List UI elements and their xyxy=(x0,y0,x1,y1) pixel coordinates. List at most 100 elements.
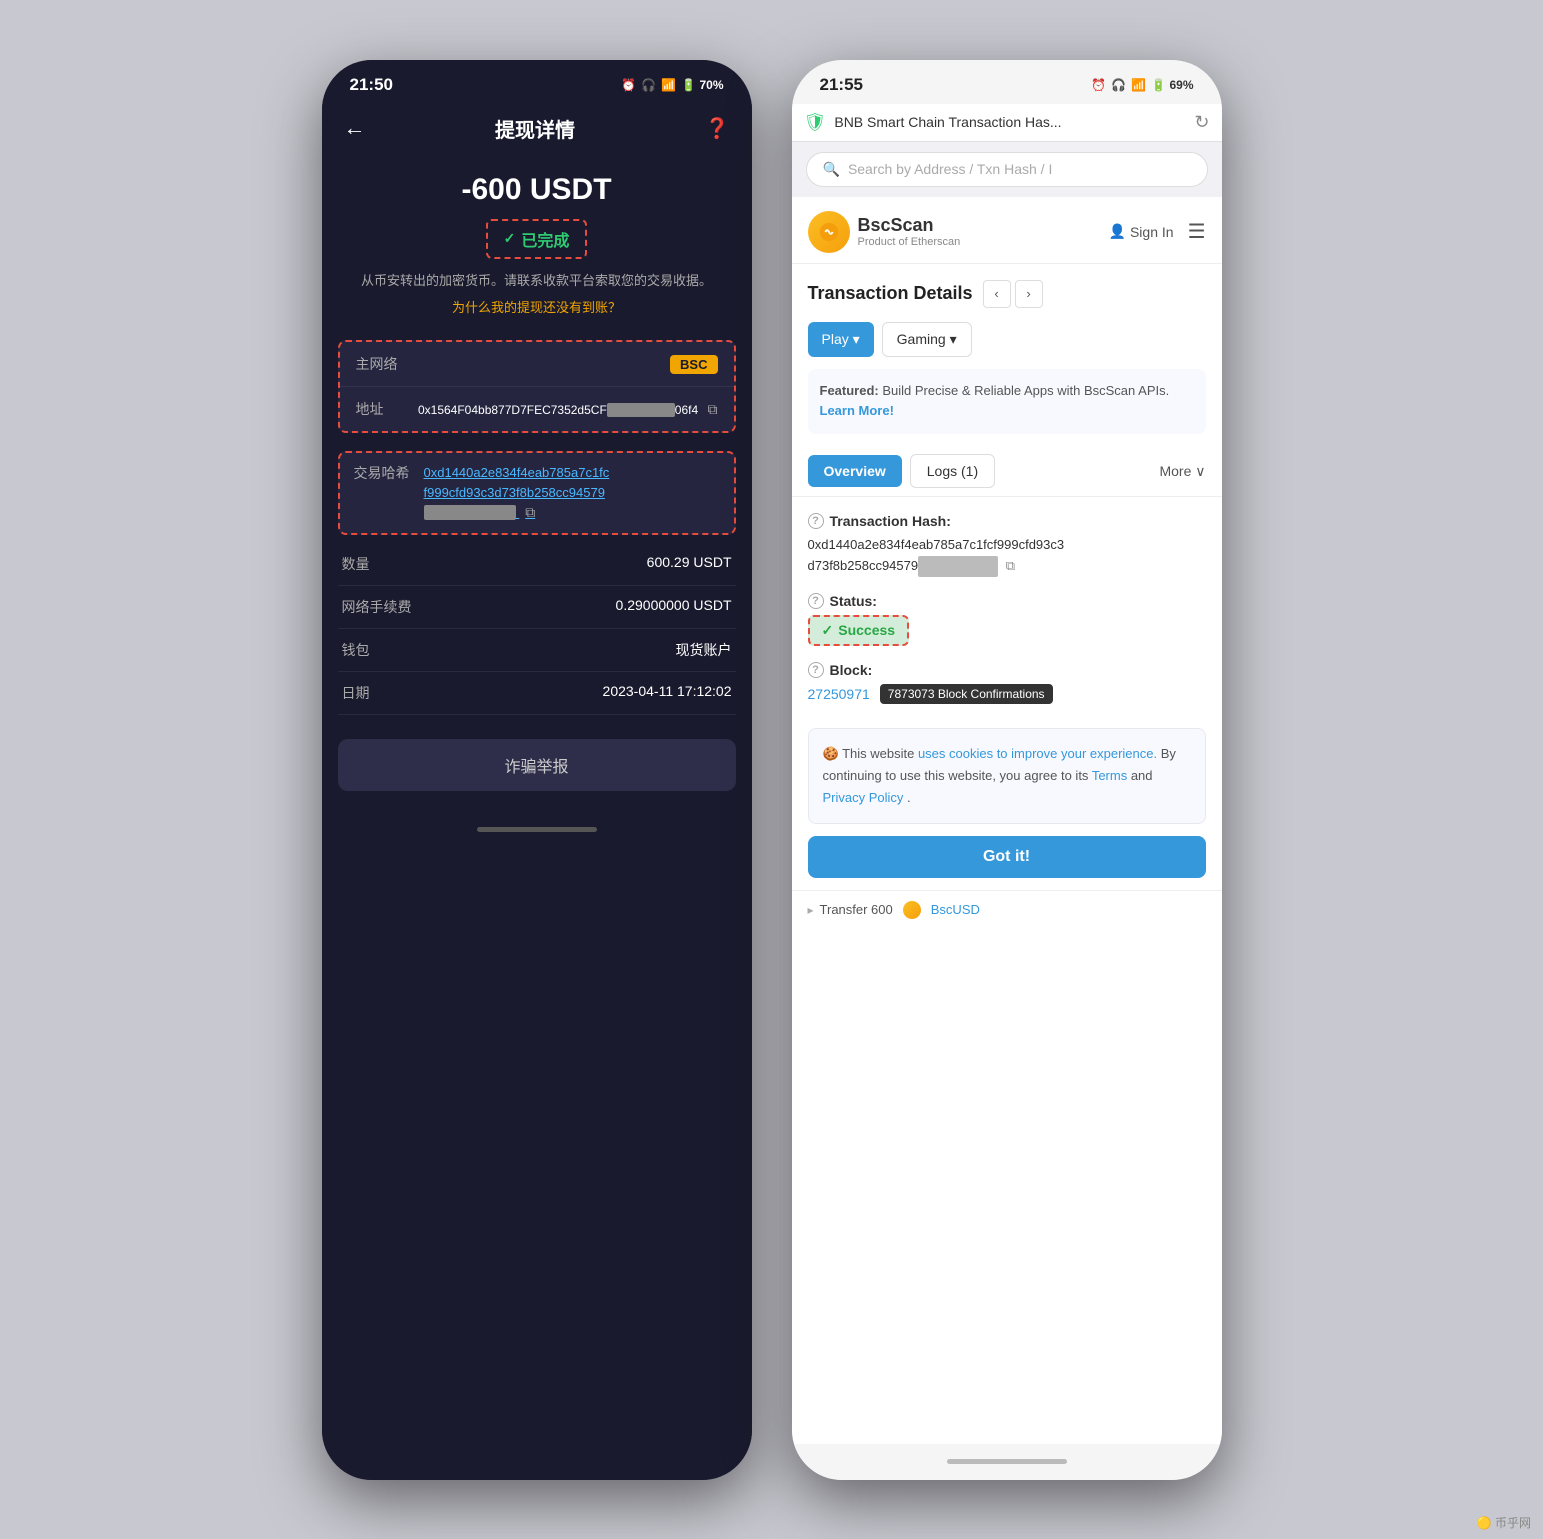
bscscan-content: BscScan Product of Etherscan 👤 Sign In ☰… xyxy=(792,197,1222,1444)
tx-heading-row: Transaction Details ‹ › xyxy=(792,264,1222,316)
date-row: 日期 2023-04-11 17:12:02 xyxy=(338,672,736,715)
alarm-icon-r: ⏰ xyxy=(1091,78,1106,92)
bscscan-logo: BscScan Product of Etherscan xyxy=(808,211,961,253)
status-label: ? Status: xyxy=(808,593,1206,609)
bscusd-link[interactable]: BscUSD xyxy=(931,902,980,917)
signin-link[interactable]: 👤 Sign In xyxy=(1109,223,1174,240)
hash-value[interactable]: 0xd1440a2e834f4eab785a7c1fcf999cfd93c3d7… xyxy=(424,463,610,523)
check-icon: ✓ xyxy=(504,230,516,247)
status-icons-right: ⏰ 🎧 📶 🔋 69% xyxy=(1091,78,1193,92)
logs-tab[interactable]: Logs (1) xyxy=(910,454,995,488)
home-indicator xyxy=(322,811,752,847)
bscscan-sub: Product of Etherscan xyxy=(858,236,961,248)
play-label: Play ▾ xyxy=(822,331,860,348)
search-input[interactable]: 🔍 Search by Address / Txn Hash / I xyxy=(806,152,1208,187)
alarm-icon: ⏰ xyxy=(621,78,636,92)
nav-buttons: ‹ › xyxy=(983,280,1043,308)
copy-address-icon[interactable]: ⧉ xyxy=(708,401,718,417)
bscscan-logo-icon xyxy=(808,211,850,253)
confirmations-badge: 7873073 Block Confirmations xyxy=(880,684,1053,704)
block-label: ? Block: xyxy=(808,662,1206,678)
refresh-icon[interactable]: ↻ xyxy=(1194,112,1209,133)
battery-icon-r: 🔋 69% xyxy=(1151,78,1193,92)
privacy-link[interactable]: Privacy Policy xyxy=(823,790,904,805)
battery-icon: 🔋 70% xyxy=(681,78,723,92)
copy-hash-icon[interactable]: ⧉ xyxy=(525,504,535,520)
transfer-text: Transfer 600 xyxy=(820,902,893,917)
shield-icon: 🛡 xyxy=(804,112,827,133)
tx-heading: Transaction Details xyxy=(808,283,973,304)
fee-value: 0.29000000 USDT xyxy=(616,597,732,617)
transfer-row: ▸ Transfer 600 BscUSD xyxy=(792,890,1222,929)
signin-label: Sign In xyxy=(1130,224,1174,240)
block-field: ? Block: 27250971 7873073 Block Confirma… xyxy=(808,662,1206,704)
wallet-label: 钱包 xyxy=(342,640,370,660)
cookie-link1[interactable]: uses cookies to improve your experience. xyxy=(918,746,1157,761)
play-button[interactable]: Play ▾ xyxy=(808,322,874,357)
status-icons-left: ⏰ 🎧 📶 🔋 70% xyxy=(621,78,723,92)
success-text: Success xyxy=(838,622,895,638)
hash-row: 交易哈希 0xd1440a2e834f4eab785a7c1fcf999cfd9… xyxy=(340,453,734,533)
tx-hash-value: 0xd1440a2e834f4eab785a7c1fcf999cfd93c3d7… xyxy=(808,535,1206,577)
search-placeholder: Search by Address / Txn Hash / I xyxy=(848,161,1052,177)
completion-badge: ✓ 已完成 xyxy=(486,219,588,259)
tx-info: ? Transaction Hash: 0xd1440a2e834f4eab78… xyxy=(792,497,1222,728)
wallet-value: 现货账户 xyxy=(676,640,732,660)
user-icon: 👤 xyxy=(1109,223,1126,240)
hash-section: 交易哈希 0xd1440a2e834f4eab785a7c1fcf999cfd9… xyxy=(338,451,736,535)
address-row: 地址 0x1564F04bb877D7FEC7352d5CF████████06… xyxy=(340,387,734,431)
browser-url[interactable]: BNB Smart Chain Transaction Has... xyxy=(834,114,1186,130)
expand-icon: ▸ xyxy=(808,903,814,917)
bluetooth-icon: 🎧 xyxy=(641,78,656,92)
more-dropdown[interactable]: More ∨ xyxy=(1159,463,1205,480)
action-buttons-row: Play ▾ Gaming ▾ xyxy=(792,316,1222,369)
network-row: 主网络 BSC xyxy=(340,342,734,387)
prev-button[interactable]: ‹ xyxy=(983,280,1011,308)
terms-link[interactable]: Terms xyxy=(1092,768,1127,783)
amount-row: 数量 600.29 USDT xyxy=(338,543,736,586)
check-icon-green: ✓ xyxy=(822,622,834,639)
block-number[interactable]: 27250971 xyxy=(808,686,870,702)
menu-icon[interactable]: ☰ xyxy=(1188,219,1206,244)
overview-tab[interactable]: Overview xyxy=(808,455,902,487)
amount-section: -600 USDT ✓ 已完成 从币安转出的加密货币。请联系收款平台索取您的交易… xyxy=(322,153,752,327)
right-phone: 21:55 ⏰ 🎧 📶 🔋 69% 🛡 BNB Smart Chain Tran… xyxy=(792,60,1222,1480)
fee-label: 网络手续费 xyxy=(342,597,412,617)
question-icon: ? xyxy=(808,513,824,529)
home-bar xyxy=(477,827,597,832)
tabs-row: Overview Logs (1) More ∨ xyxy=(792,446,1222,497)
bluetooth-icon-r: 🎧 xyxy=(1111,78,1126,92)
next-button[interactable]: › xyxy=(1015,280,1043,308)
wallet-row: 钱包 现货账户 xyxy=(338,629,736,672)
status-field: ? Status: ✓ Success xyxy=(808,593,1206,646)
other-details: 数量 600.29 USDT 网络手续费 0.29000000 USDT 钱包 … xyxy=(338,543,736,715)
featured-text: Featured: Build Precise & Reliable Apps … xyxy=(820,383,1170,398)
status-row: ✓ Success xyxy=(808,615,1206,646)
status-bar-left: 21:50 ⏰ 🎧 📶 🔋 70% xyxy=(322,60,752,104)
network-label: 主网络 xyxy=(356,354,398,374)
cookie-text-prefix: 🍪 This website xyxy=(823,746,918,761)
back-button[interactable]: ← xyxy=(344,115,366,141)
signal-icon: 📶 xyxy=(661,78,676,92)
address-value: 0x1564F04bb877D7FEC7352d5CF████████06f4 … xyxy=(384,401,718,418)
bscscan-actions: 👤 Sign In ☰ xyxy=(1109,219,1206,244)
search-bar: 🔍 Search by Address / Txn Hash / I xyxy=(792,142,1222,197)
hash-label: 交易哈希 xyxy=(354,463,424,483)
why-link[interactable]: 为什么我的提现还没有到账？ xyxy=(342,297,732,316)
amount-display: -600 USDT xyxy=(342,173,732,207)
signal-icon-r: 📶 xyxy=(1131,78,1146,92)
gaming-label: Gaming ▾ xyxy=(897,331,957,348)
cookie-and: and xyxy=(1131,768,1153,783)
page-title: 提现详情 xyxy=(495,114,575,143)
search-icon: 🔍 xyxy=(823,161,840,178)
report-button[interactable]: 诈骗举报 xyxy=(338,739,736,791)
learn-more-link[interactable]: Learn More! xyxy=(820,403,894,418)
browser-bar: 🛡 BNB Smart Chain Transaction Has... ↻ xyxy=(792,104,1222,142)
got-it-button[interactable]: Got it! xyxy=(808,836,1206,878)
help-icon[interactable]: ❓ xyxy=(705,116,730,141)
bscscan-header: BscScan Product of Etherscan 👤 Sign In ☰ xyxy=(792,197,1222,264)
watermark: 🟡 币乎网 xyxy=(1477,1514,1531,1531)
copy-hash-btn[interactable]: ⧉ xyxy=(1006,558,1015,573)
gaming-button[interactable]: Gaming ▾ xyxy=(882,322,972,357)
home-bar-right xyxy=(947,1459,1067,1464)
